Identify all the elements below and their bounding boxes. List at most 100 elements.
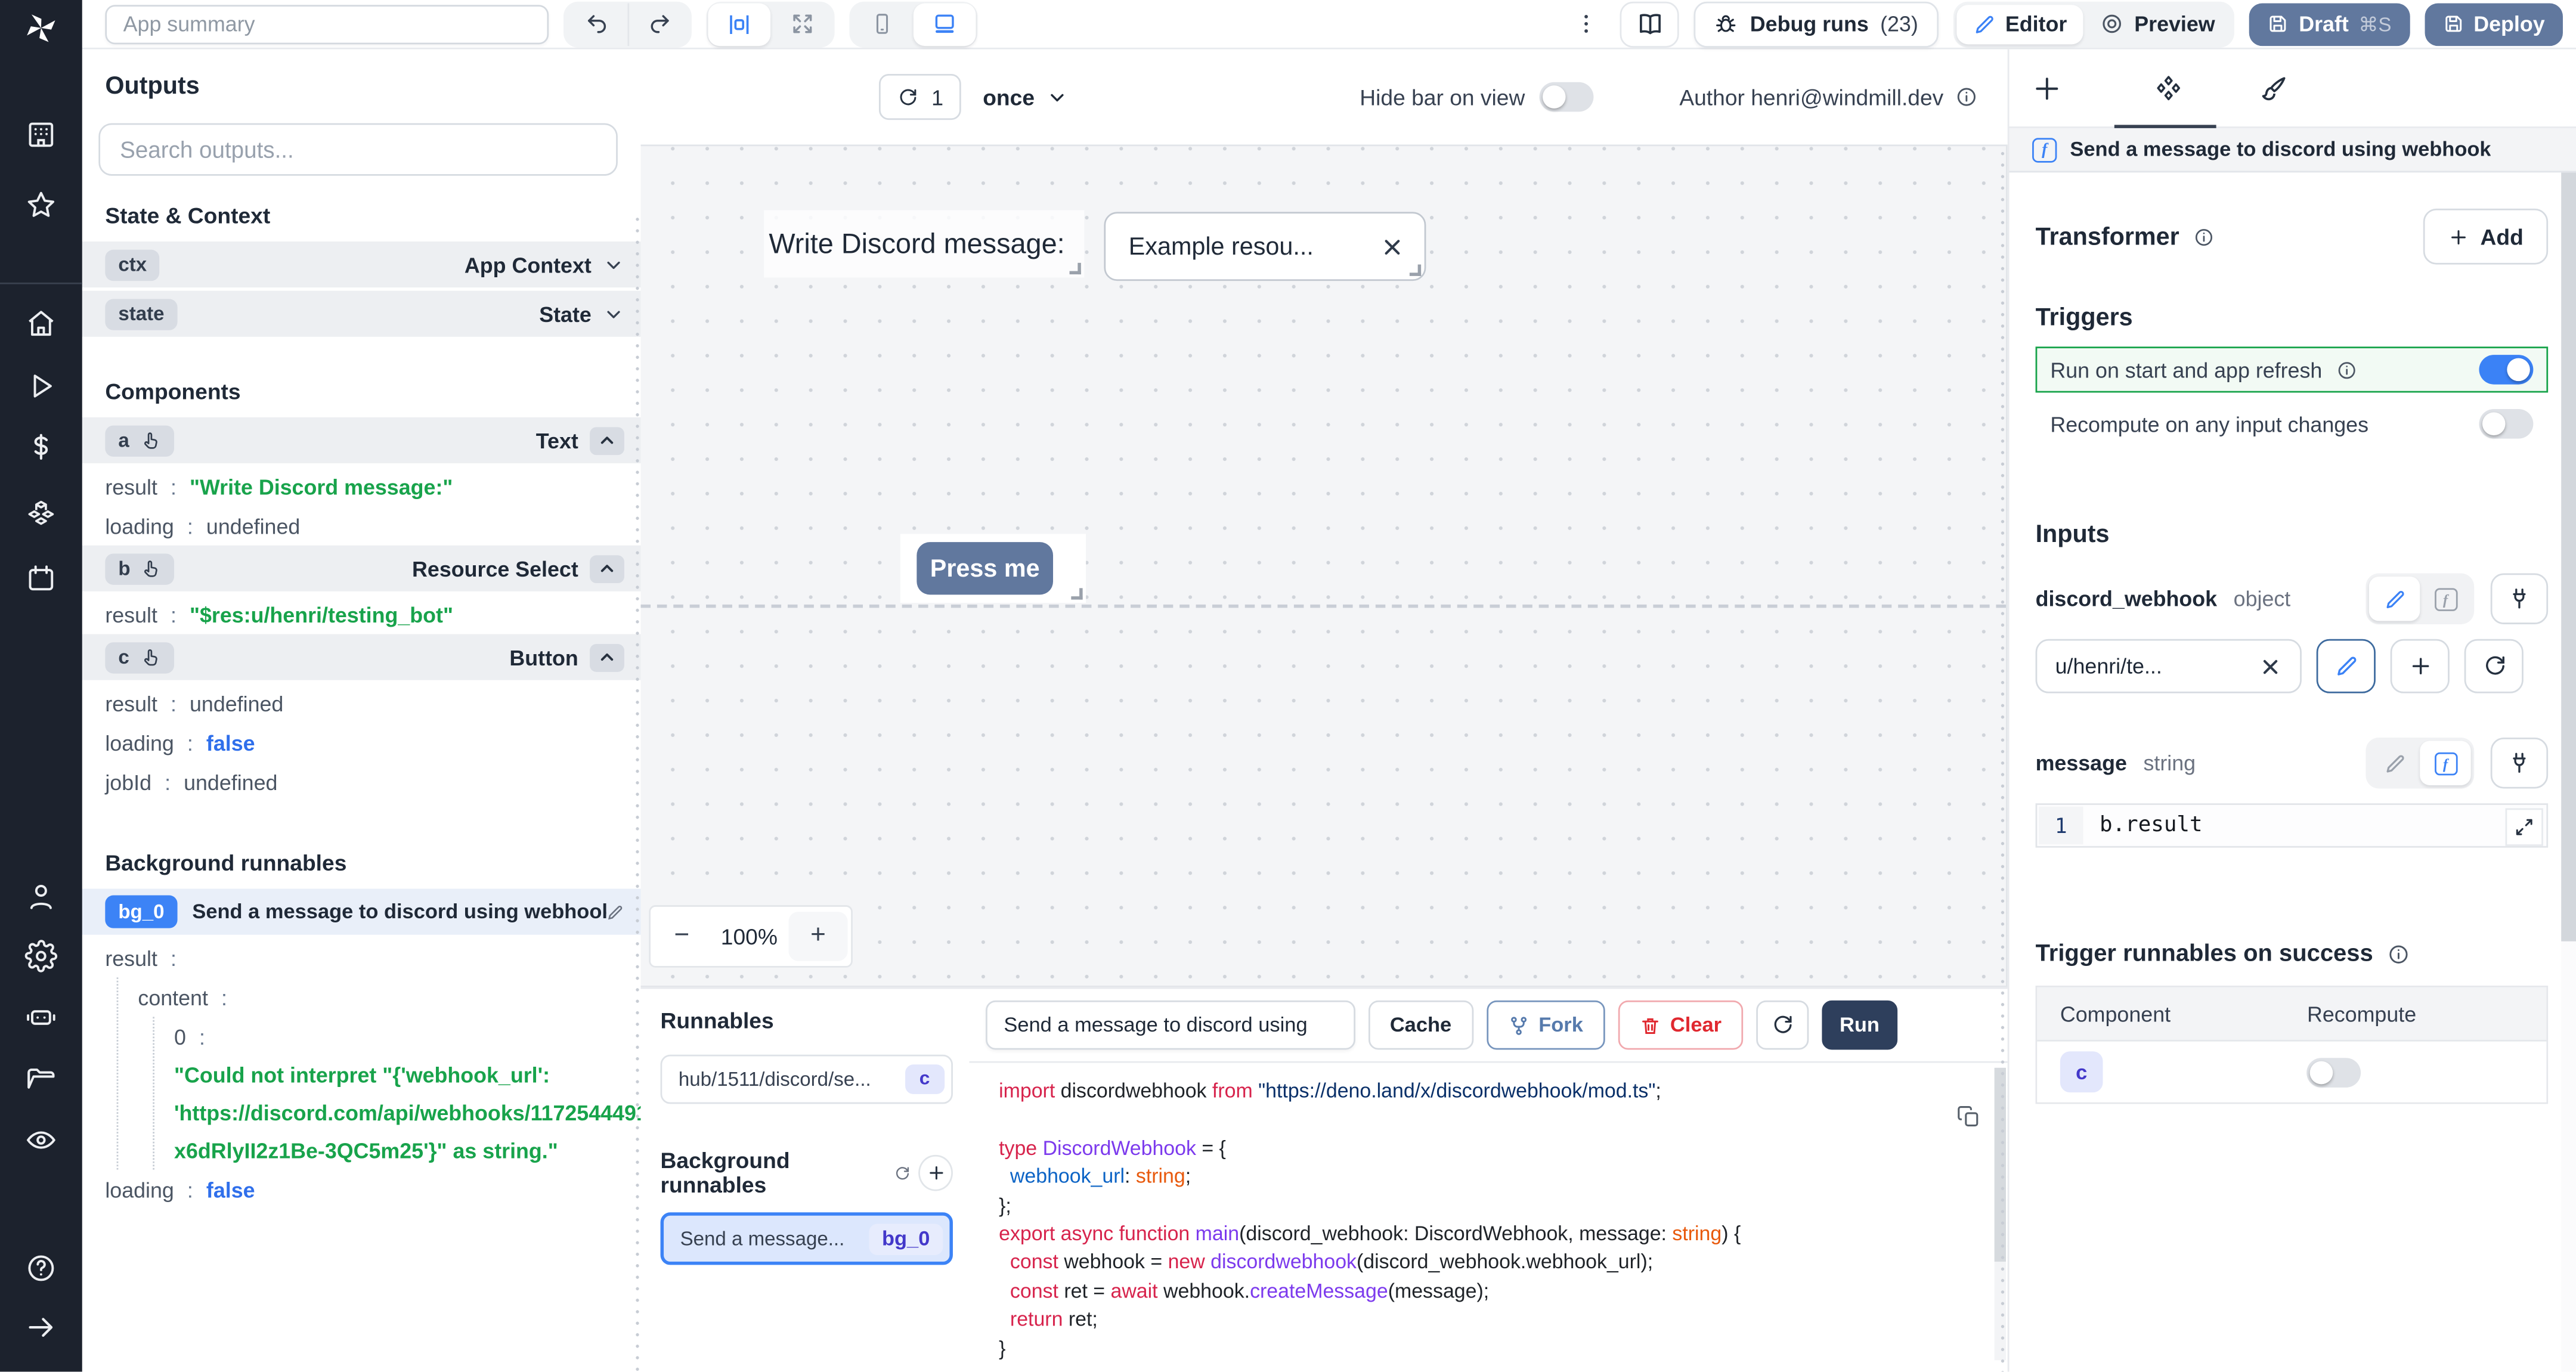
redo-button[interactable]: [627, 2, 690, 45]
tab-preview[interactable]: Preview: [2083, 4, 2231, 44]
docs-book-button[interactable]: [1620, 1, 1680, 47]
windmill-logo-icon[interactable]: [21, 8, 61, 48]
desktop-view-button[interactable]: [913, 2, 976, 45]
component-row-b[interactable]: b Resource Select: [82, 545, 641, 591]
chevron-up-icon[interactable]: [590, 554, 624, 583]
user-icon[interactable]: [24, 881, 57, 913]
static-mode-pencil-icon[interactable]: [2369, 741, 2420, 785]
help-circle-icon[interactable]: [24, 1252, 57, 1284]
dollar-icon[interactable]: [24, 431, 57, 463]
chevron-up-icon[interactable]: [590, 643, 624, 671]
eval-mode-function-icon[interactable]: f: [2420, 741, 2471, 785]
code-scrollbar[interactable]: [1994, 1067, 2006, 1361]
copy-code-icon[interactable]: [1956, 1104, 1981, 1128]
connect-plug-icon[interactable]: [2490, 573, 2549, 624]
static-mode-pencil-icon[interactable]: [2368, 577, 2420, 621]
left-nav-rail: [0, 0, 82, 1372]
resize-handle[interactable]: [1409, 264, 1422, 276]
tab-editor[interactable]: Editor: [1956, 4, 2083, 44]
app-summary-input[interactable]: [105, 4, 549, 44]
message-expression-editor[interactable]: 1 b.result: [2035, 803, 2549, 848]
resize-handle[interactable]: [1071, 588, 1083, 600]
star-icon[interactable]: [24, 189, 57, 222]
fullscreen-button[interactable]: [770, 2, 833, 45]
zoom-level: 100%: [720, 924, 778, 949]
recompute-toggle[interactable]: [2479, 409, 2534, 439]
styling-brush-tab-icon[interactable]: [2259, 74, 2289, 104]
buildings-icon[interactable]: [24, 118, 57, 151]
clear-x-icon[interactable]: [2259, 655, 2282, 678]
component-type: Resource Select: [412, 556, 578, 581]
edit-resource-button[interactable]: [2316, 639, 2376, 693]
state-context-title: State & Context: [105, 203, 271, 228]
code-editor[interactable]: import discordwebhook from "https://deno…: [969, 1061, 2008, 1372]
eye-icon[interactable]: [24, 1123, 57, 1156]
home-icon[interactable]: [24, 307, 57, 340]
clear-label: Clear: [1670, 1013, 1722, 1037]
fork-button[interactable]: Fork: [1486, 1000, 1605, 1050]
deploy-button[interactable]: Deploy: [2424, 2, 2563, 45]
refresh-count-box[interactable]: 1: [878, 73, 962, 120]
component-row-a[interactable]: a Text: [82, 417, 641, 463]
zoom-out-button[interactable]: −: [654, 912, 710, 961]
resource-picker[interactable]: u/henri/te...: [2035, 639, 2302, 693]
chevron-up-icon[interactable]: [590, 426, 624, 454]
draft-button[interactable]: Draft ⌘S: [2249, 2, 2410, 45]
draft-label: Draft: [2299, 11, 2349, 36]
mobile-view-button[interactable]: [851, 2, 914, 45]
add-transformer-button[interactable]: Add: [2423, 208, 2549, 265]
state-row[interactable]: state State: [82, 290, 641, 337]
play-icon[interactable]: [24, 370, 57, 402]
folder-icon[interactable]: [24, 1063, 57, 1096]
text-component[interactable]: Write Discord message:: [764, 210, 1085, 278]
content-key: content: [138, 984, 208, 1010]
expand-editor-icon[interactable]: [2505, 808, 2543, 846]
ctx-row[interactable]: ctx App Context: [82, 241, 641, 288]
more-menu-icon[interactable]: [1568, 11, 1605, 36]
run-on-start-toggle[interactable]: [2479, 355, 2534, 385]
robot-icon[interactable]: [24, 1001, 57, 1033]
search-outputs-input[interactable]: [98, 123, 618, 176]
insert-component-tab-icon[interactable]: [2032, 74, 2062, 104]
edit-pencil-icon[interactable]: [606, 903, 624, 921]
bg0-row[interactable]: bg_0 Send a message to discord using web…: [82, 888, 641, 935]
bg0-title: Send a message to discord using webhook: [192, 900, 606, 924]
run-mode-select[interactable]: once: [983, 85, 1067, 109]
resource-select-component[interactable]: Example resou...: [1104, 212, 1426, 281]
settings-tab-icon[interactable]: [2154, 74, 2184, 104]
calendar-icon[interactable]: [24, 562, 57, 594]
panel-scrollbar[interactable]: [2561, 172, 2576, 1372]
center-align-button[interactable]: [708, 2, 771, 45]
message-expression[interactable]: b.result: [2083, 807, 2544, 844]
background-runnable-label: Send a message...: [680, 1227, 845, 1250]
press-me-button[interactable]: Press me: [917, 542, 1054, 595]
runnable-item[interactable]: hub/1511/discord/se... c: [660, 1054, 953, 1104]
debug-runs-button[interactable]: Debug runs (23): [1694, 1, 1938, 47]
undo-button[interactable]: [565, 2, 628, 45]
button-component-cell[interactable]: Press me: [900, 534, 1086, 603]
arrow-right-icon[interactable]: [24, 1311, 57, 1344]
reload-script-button[interactable]: [1755, 1000, 1809, 1050]
chevron-down-icon[interactable]: [603, 254, 624, 275]
background-runnable-item-selected[interactable]: Send a message... bg_0: [660, 1212, 953, 1265]
add-background-runnable-button[interactable]: [919, 1154, 953, 1191]
script-name-input[interactable]: [986, 1000, 1355, 1050]
app-canvas[interactable]: Write Discord message: Example resou... …: [640, 144, 2008, 987]
cubes-icon[interactable]: [24, 498, 57, 531]
clear-x-icon[interactable]: [1380, 234, 1404, 259]
run-button[interactable]: Run: [1822, 1000, 1897, 1050]
add-resource-button[interactable]: [2390, 639, 2450, 693]
hide-bar-toggle[interactable]: [1540, 82, 1594, 112]
gear-icon[interactable]: [24, 940, 58, 973]
chevron-down-icon[interactable]: [603, 303, 624, 324]
cache-button[interactable]: Cache: [1368, 1000, 1473, 1050]
resize-handle[interactable]: [1069, 262, 1081, 275]
zoom-in-button[interactable]: +: [788, 912, 848, 961]
author-row: Author henri@windmill.dev: [1679, 85, 1978, 109]
eval-mode-function-icon[interactable]: f: [2420, 577, 2470, 621]
connect-plug-icon[interactable]: [2490, 738, 2549, 789]
component-row-c[interactable]: c Button: [82, 634, 641, 680]
clear-button[interactable]: Clear: [1617, 1000, 1743, 1050]
row-recompute-toggle[interactable]: [2306, 1057, 2361, 1087]
refresh-resource-button[interactable]: [2464, 639, 2524, 693]
